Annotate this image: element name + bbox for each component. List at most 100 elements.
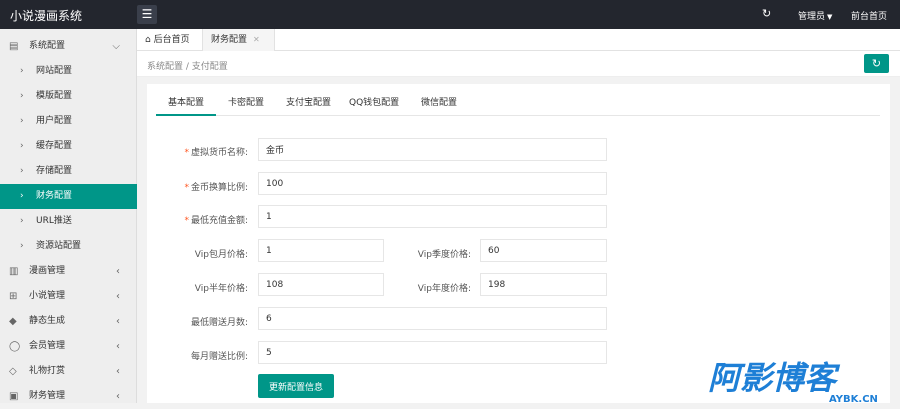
chevron-right-icon: › — [20, 216, 24, 226]
min-gift-months-input[interactable] — [258, 307, 607, 330]
sidebar-item-label: 用户配置 — [36, 116, 73, 126]
vip-quarter-input[interactable] — [480, 239, 607, 262]
sidebar-item-template-config[interactable]: › 模版配置 — [0, 84, 137, 109]
sidebar-item-label: 财务管理 — [29, 391, 66, 401]
sidebar-item-label: 模版配置 — [36, 91, 73, 101]
min-recharge-input[interactable] — [258, 205, 607, 228]
breadcrumb-bar: 系统配置 / 支付配置 — [137, 51, 900, 77]
sidebar-item-storage-config[interactable]: › 存储配置 — [0, 159, 137, 184]
watermark-main: 阿影博客 — [708, 359, 841, 397]
sidebar-item-finance-config[interactable]: › 财务配置 — [0, 184, 137, 209]
sidebar-item-label: 存储配置 — [36, 166, 73, 176]
config-subtabs: 基本配置 卡密配置 支付宝配置 QQ钱包配置 微信配置 — [156, 92, 880, 116]
diamond-icon: ◇ — [9, 366, 17, 377]
sidebar: ▤ 系统配置 ⌵ › 网站配置 › 模版配置 › 用户配置 › 缓存配置 › 存储配置 ›… — [0, 29, 137, 403]
required-mark: * — [184, 183, 189, 193]
sidebar-item-label: 礼物打赏 — [29, 366, 66, 376]
user-icon: ◯ — [9, 341, 21, 352]
tab-label: 后台首页 — [153, 35, 190, 45]
sidebar-item-cache-config[interactable]: › 缓存配置 — [0, 134, 137, 159]
vip-year-input[interactable] — [480, 273, 607, 296]
vip-half-year-label: Vip半年价格: — [194, 284, 248, 294]
chevron-right-icon: › — [20, 241, 24, 251]
page-tabs: ⌂ 后台首页 财务配置 ✕ — [137, 29, 900, 51]
caret-down-icon: ▼ — [827, 13, 833, 21]
chevron-left-icon: ‹ — [116, 266, 120, 277]
sidebar-item-system-config[interactable]: ▤ 系统配置 ⌵ — [0, 34, 137, 59]
breadcrumb: 系统配置 / 支付配置 — [147, 62, 228, 72]
admin-menu[interactable]: 管理员 ▼ — [798, 9, 832, 22]
watermark-sub: AYBK.CN — [829, 394, 878, 403]
sidebar-item-url-push[interactable]: › URL推送 — [0, 209, 137, 234]
close-icon[interactable]: ✕ — [253, 35, 260, 44]
update-config-button[interactable]: 更新配置信息 — [258, 374, 334, 398]
vip-quarter-label: Vip季度价格: — [417, 250, 471, 260]
chevron-down-icon: ⌵ — [112, 41, 120, 52]
sidebar-item-label: URL推送 — [36, 216, 72, 226]
sidebar-item-finance-manage[interactable]: ▣ 财务管理 ‹ — [0, 384, 137, 409]
app-title: 小说漫画系统 — [10, 9, 83, 23]
chevron-right-icon: › — [20, 166, 24, 176]
sidebar-item-user-config[interactable]: › 用户配置 — [0, 109, 137, 134]
sidebar-item-comic-manage[interactable]: ▥ 漫画管理 ‹ — [0, 259, 137, 284]
chevron-right-icon: › — [20, 141, 24, 151]
comic-icon: ▥ — [9, 266, 19, 277]
chevron-left-icon: ‹ — [116, 366, 120, 377]
monthly-gift-ratio-label: 每月赠送比例: — [190, 352, 248, 362]
label-text: 虚拟货币名称: — [190, 148, 248, 158]
home-icon: ⌂ — [145, 35, 154, 45]
refresh-icon[interactable]: ↻ — [762, 7, 771, 20]
sidebar-item-static-gen[interactable]: ◆ 静态生成 ‹ — [0, 309, 137, 334]
sidebar-item-gift-reward[interactable]: ◇ 礼物打赏 ‹ — [0, 359, 137, 384]
sidebar-item-resource-config[interactable]: › 资源站配置 — [0, 234, 137, 259]
required-mark: * — [184, 216, 189, 226]
vip-year-label: Vip年度价格: — [417, 284, 471, 294]
chevron-left-icon: ‹ — [116, 291, 120, 302]
subtab-qq-wallet[interactable]: QQ钱包配置 — [349, 92, 399, 116]
sidebar-item-label: 系统配置 — [29, 41, 66, 51]
settings-icon: ▤ — [9, 41, 19, 52]
chevron-left-icon: ‹ — [116, 316, 120, 327]
watermark-logo: 阿影博客 AYBK.CN — [708, 359, 878, 403]
exchange-ratio-input[interactable] — [258, 172, 607, 195]
currency-name-label: * 虚拟货币名称: — [128, 145, 248, 158]
chevron-right-icon: › — [20, 91, 24, 101]
sidebar-item-novel-manage[interactable]: ⊞ 小说管理 ‹ — [0, 284, 137, 309]
sidebar-item-label: 网站配置 — [36, 66, 73, 76]
sidebar-item-member-manage[interactable]: ◯ 会员管理 ‹ — [0, 334, 137, 359]
chevron-right-icon: › — [20, 66, 24, 76]
layers-icon: ◆ — [9, 316, 17, 327]
min-recharge-label: * 最低充值金额: — [128, 213, 248, 226]
sidebar-item-label: 缓存配置 — [36, 141, 73, 151]
sidebar-item-label: 财务配置 — [36, 191, 73, 201]
top-bar: 小说漫画系统 ☰ ↻ 管理员 ▼ 前台首页 — [0, 0, 900, 29]
subtab-wechat[interactable]: 微信配置 — [421, 92, 457, 116]
subtab-alipay[interactable]: 支付宝配置 — [286, 92, 331, 116]
sidebar-item-label: 资源站配置 — [36, 241, 82, 251]
sidebar-item-label: 静态生成 — [29, 316, 66, 326]
refresh-button[interactable]: ↻ — [864, 54, 889, 73]
tab-label: 财务配置 — [211, 35, 248, 45]
chevron-right-icon: › — [20, 191, 24, 201]
tab-finance-config[interactable]: 财务配置 ✕ — [203, 29, 275, 51]
tab-home[interactable]: ⌂ 后台首页 — [137, 29, 203, 51]
admin-label: 管理员 — [798, 12, 826, 22]
sidebar-item-label: 小说管理 — [29, 291, 66, 301]
sidebar-item-site-config[interactable]: › 网站配置 — [0, 59, 137, 84]
menu-toggle-button[interactable]: ☰ — [137, 5, 157, 24]
sidebar-item-label: 会员管理 — [29, 341, 66, 351]
exchange-ratio-label: * 金币换算比例: — [128, 180, 248, 193]
chevron-left-icon: ‹ — [116, 341, 120, 352]
label-text: 最低充值金额: — [190, 216, 248, 226]
min-gift-months-label: 最低赠送月数: — [190, 318, 248, 328]
sidebar-item-label: 漫画管理 — [29, 266, 66, 276]
currency-name-input[interactable] — [258, 138, 607, 161]
book-icon: ⊞ — [9, 291, 18, 302]
subtab-card-key[interactable]: 卡密配置 — [228, 92, 264, 116]
front-home-link[interactable]: 前台首页 — [851, 9, 887, 22]
required-mark: * — [184, 148, 189, 158]
wallet-icon: ▣ — [9, 391, 19, 402]
monthly-gift-ratio-input[interactable] — [258, 341, 607, 364]
label-text: 金币换算比例: — [190, 183, 248, 193]
subtab-basic[interactable]: 基本配置 — [156, 92, 216, 116]
